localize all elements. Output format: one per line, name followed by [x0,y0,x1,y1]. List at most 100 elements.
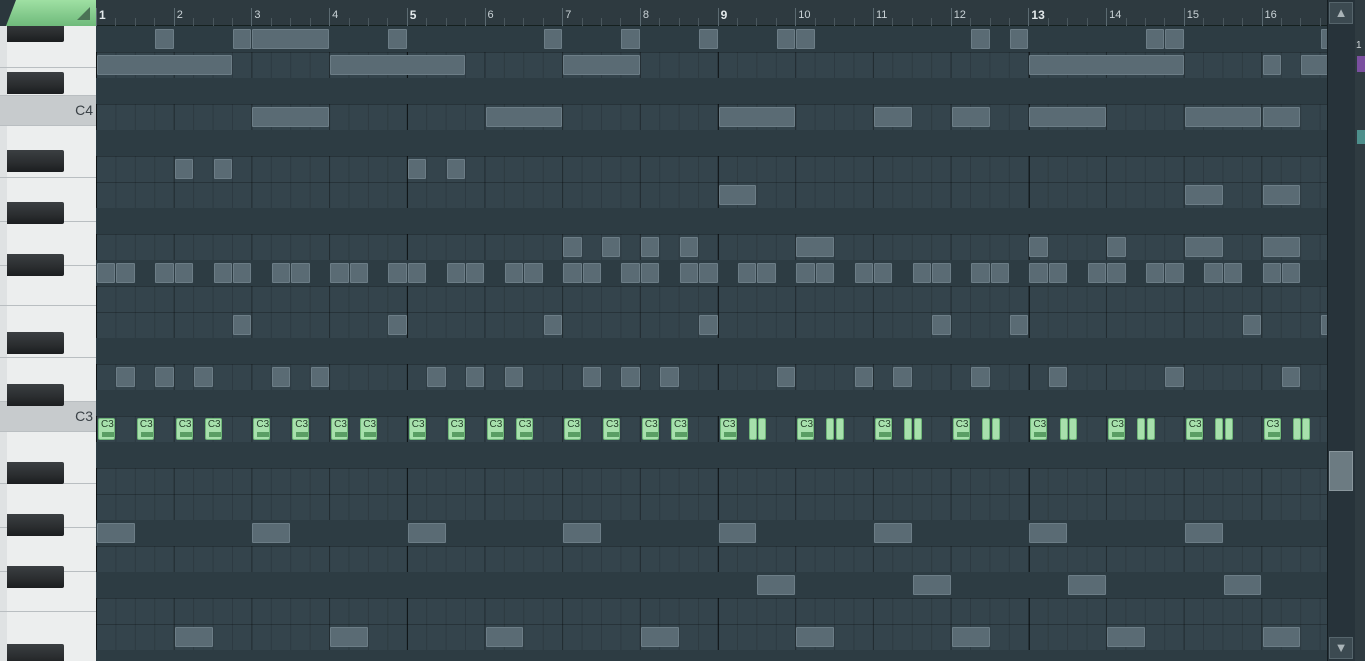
note-c3[interactable]: C3 [98,418,115,440]
note-c3[interactable]: C3 [253,418,271,440]
note-c3[interactable]: C3 [292,418,310,440]
c3-key[interactable]: C3 [0,402,96,432]
note-c3[interactable]: C3 [360,418,378,440]
black-key[interactable] [7,254,64,276]
ruler-bar-number[interactable]: 14 [1109,9,1121,21]
note-label: C3 [674,419,687,430]
side-panel-number: 1 [1356,40,1362,51]
ghost-note [1068,575,1107,595]
ruler-tick [795,8,797,26]
note-c3[interactable]: C3 [952,418,970,440]
note-c3[interactable] [1059,418,1068,440]
note-c3[interactable]: C3 [331,418,349,440]
note-c3[interactable] [748,418,757,440]
note-c3[interactable]: C3 [719,418,737,440]
ruler-subtick [1144,18,1146,26]
ghost-note [466,367,485,387]
note-c3[interactable]: C3 [1185,418,1203,440]
black-key[interactable] [7,384,64,406]
ruler-subtick [581,18,583,26]
ruler-bar-number[interactable]: 8 [643,9,649,21]
ruler-subtick [503,18,505,26]
note-c3[interactable]: C3 [408,418,426,440]
note-c3[interactable] [991,418,1000,440]
note-c3[interactable] [826,418,835,440]
note-c3[interactable]: C3 [1108,418,1126,440]
black-key-row [96,208,1327,234]
note-c3[interactable]: C3 [797,418,815,440]
note-c3[interactable] [1292,418,1301,440]
note-c3[interactable]: C3 [1030,418,1048,440]
ruler-bar-number[interactable]: 3 [254,9,260,21]
black-key[interactable] [7,72,64,94]
note-c3[interactable]: C3 [671,418,689,440]
c4-key[interactable]: C4 [0,96,96,126]
black-key-row [96,650,1327,661]
black-key[interactable] [7,202,64,224]
black-key[interactable] [7,644,64,661]
note-c3[interactable]: C3 [875,418,892,440]
ruler-bar-number[interactable]: 15 [1187,9,1199,21]
ghost-note [213,159,232,179]
black-key[interactable] [7,150,64,172]
menu-triangle-icon[interactable] [77,7,90,20]
scroll-down-button[interactable]: ▼ [1329,637,1353,659]
ruler-bar-number[interactable]: 4 [332,9,338,21]
note-c3[interactable] [758,418,767,440]
note-c3[interactable]: C3 [486,418,504,440]
note-c3[interactable]: C3 [603,418,621,440]
note-c3[interactable] [1302,418,1311,440]
black-key[interactable] [7,26,64,42]
note-label: C3 [207,419,221,430]
note-c3[interactable] [1137,418,1146,440]
note-c3[interactable] [1146,418,1155,440]
ruler-bar-number[interactable]: 1 [99,8,106,22]
piano-roll-corner-tab[interactable] [0,0,96,26]
ghost-note [1281,263,1301,283]
note-c3[interactable]: C3 [641,418,659,440]
ruler-bar-number[interactable]: 10 [798,9,810,21]
scroll-thumb[interactable] [1329,451,1353,491]
note-c3[interactable] [1224,418,1233,440]
ruler-bar-number[interactable]: 16 [1265,9,1277,21]
note-c3[interactable]: C3 [447,418,465,440]
ghost-note [407,523,446,543]
ruler-tick [873,8,874,26]
vertical-scrollbar[interactable]: ▲ ▼ [1327,0,1355,661]
ruler-bar-number[interactable]: 6 [488,9,494,21]
ruler-bar-number[interactable]: 11 [876,9,887,21]
note-c3[interactable] [836,418,845,440]
ruler-subtick [931,18,933,26]
note-c3[interactable]: C3 [564,418,582,440]
scroll-up-button[interactable]: ▲ [1329,2,1353,24]
ruler-bar-number[interactable]: 13 [1031,8,1044,22]
piano-keyboard[interactable]: C4 C3 [0,26,97,661]
velocity-bar [451,432,464,437]
ghost-note [718,107,796,127]
black-key[interactable] [7,332,64,354]
timeline-ruler[interactable]: 1 2 3 4 5 6 7 8 9 10 11 12 13 14 15 16 [96,0,1327,26]
ruler-bar-number[interactable]: 7 [565,9,571,21]
note-c3[interactable]: C3 [515,418,533,440]
note-c3[interactable] [1069,418,1078,440]
black-key[interactable] [7,566,64,588]
note-c3[interactable]: C3 [204,418,222,440]
note-c3[interactable] [913,418,922,440]
note-grid[interactable]: C3 C3 C3 C3 C3 C3 C3 C3 C3 C3 C3 C3 C3 C3 C3 C3 C3 C3 C3 C3… [96,26,1327,661]
note-c3[interactable] [1214,418,1223,440]
ghost-note [854,263,873,283]
black-key[interactable] [7,514,64,536]
ghost-note [388,29,407,49]
ghost-note [1048,263,1068,283]
note-c3[interactable]: C3 [1263,418,1281,440]
note-c3[interactable]: C3 [136,418,154,440]
black-key[interactable] [7,462,64,484]
note-label: C3 [1033,419,1047,430]
ruler-bar-number[interactable]: 5 [410,8,417,22]
note-c3[interactable]: C3 [175,418,193,440]
ruler-bar-number[interactable]: 12 [954,9,966,21]
note-c3[interactable] [981,418,990,440]
ruler-bar-number[interactable]: 9 [721,8,728,22]
note-c3[interactable] [904,418,913,440]
ruler-bar-number[interactable]: 2 [177,9,183,21]
